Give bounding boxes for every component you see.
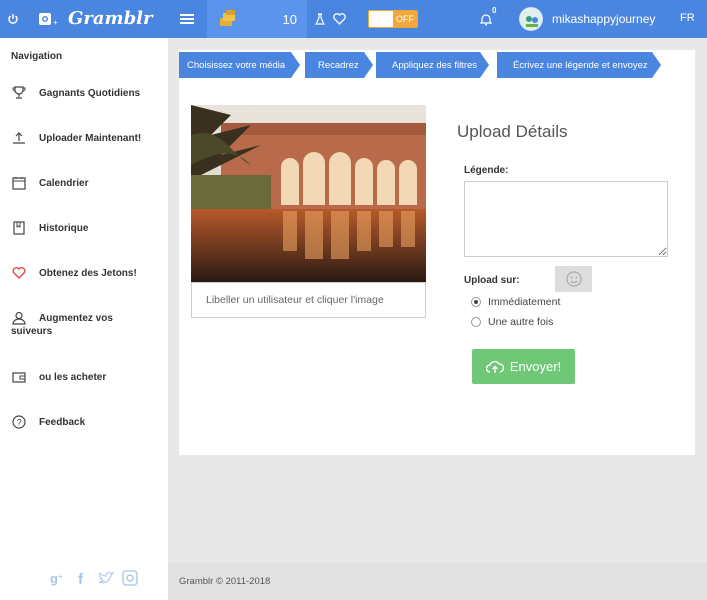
- instagram-upload-icon[interactable]: +: [36, 0, 62, 38]
- svg-text:+: +: [58, 572, 63, 581]
- radio-later[interactable]: [471, 317, 481, 327]
- option-label: Immédiatement: [488, 296, 561, 308]
- sidebar-item-label: Feedback: [39, 417, 86, 428]
- brand-logo: Gramblr: [68, 8, 153, 29]
- step-filters[interactable]: Appliquez des filtres: [376, 52, 489, 78]
- sidebar: Navigation Gagnants Quotidiens Uploader …: [0, 38, 168, 600]
- caption-input[interactable]: [464, 181, 668, 257]
- auto-toggle[interactable]: OFF: [368, 10, 418, 28]
- user-icon: [12, 311, 26, 325]
- flask-icon[interactable]: [313, 0, 327, 38]
- sidebar-item-label: Calendrier: [39, 178, 89, 189]
- step-caption-send[interactable]: Écrivez une légende et envoyez: [497, 52, 661, 78]
- step-label: Écrivez une légende et envoyez: [513, 59, 648, 71]
- top-bar: + Gramblr 10 OFF 0 mikashappyjourney FR: [0, 0, 707, 38]
- send-label: Envoyer!: [509, 359, 562, 374]
- sidebar-item-buy[interactable]: ou les acheter: [0, 370, 168, 390]
- calendar-icon: [12, 176, 26, 190]
- social-links: g + f: [50, 570, 138, 588]
- language-selector[interactable]: FR: [680, 12, 695, 24]
- twitter-icon[interactable]: [98, 570, 115, 586]
- notification-count: 0: [492, 6, 497, 15]
- svg-text:+: +: [53, 18, 58, 27]
- step-label: Recadrez: [318, 59, 359, 71]
- sidebar-item-upload-now[interactable]: Uploader Maintenant!: [0, 131, 168, 151]
- toggle-knob: [369, 11, 393, 27]
- step-choose-media[interactable]: Choisissez votre média: [179, 52, 300, 78]
- smiley-icon: [565, 271, 582, 287]
- caption-label: Légende:: [464, 165, 509, 176]
- sidebar-item-label: Obtenez des Jetons!: [39, 268, 137, 279]
- tag-user-hint[interactable]: Libeller un utilisateur et cliquer l'ima…: [191, 282, 426, 318]
- help-icon: ?: [12, 415, 26, 429]
- wallet-icon: [12, 370, 26, 384]
- upload-card: Choisissez votre média Recadrez Applique…: [179, 50, 695, 455]
- media-preview[interactable]: [191, 105, 426, 282]
- upload-on-label: Upload sur:: [464, 275, 520, 286]
- option-immediately[interactable]: Immédiatement: [471, 296, 560, 308]
- page-title: Upload Détails: [457, 122, 568, 141]
- toggle-state: OFF: [393, 11, 417, 27]
- sidebar-item-daily-winners[interactable]: Gagnants Quotidiens: [0, 86, 168, 106]
- radio-immediately[interactable]: [471, 297, 481, 307]
- heart-icon: [12, 266, 26, 280]
- sidebar-item-label: ou les acheter: [39, 372, 107, 383]
- google-plus-icon[interactable]: g +: [50, 570, 66, 586]
- svg-text:f: f: [78, 571, 84, 586]
- sidebar-item-feedback[interactable]: ? Feedback: [0, 415, 168, 435]
- footer: Gramblr © 2011-2018: [168, 562, 707, 600]
- svg-text:?: ?: [17, 418, 22, 428]
- sidebar-item-label-line2: suiveurs: [11, 326, 53, 337]
- sidebar-item-history[interactable]: Historique: [0, 221, 168, 241]
- step-crop[interactable]: Recadrez: [305, 52, 373, 78]
- sidebar-item-label: Historique: [39, 223, 89, 234]
- option-later[interactable]: Une autre fois: [471, 316, 553, 328]
- heart-outline-icon[interactable]: [331, 0, 347, 38]
- copyright: Gramblr © 2011-2018: [179, 576, 271, 587]
- username[interactable]: mikashappyjourney: [552, 12, 655, 26]
- sidebar-item-label: Gagnants Quotidiens: [39, 88, 141, 99]
- coins-segment[interactable]: 10: [207, 0, 307, 38]
- option-label: Une autre fois: [488, 316, 554, 328]
- upload-icon: [12, 131, 26, 145]
- step-label: Appliquez des filtres: [392, 59, 478, 71]
- coins-icon: [218, 8, 238, 31]
- avatar[interactable]: [519, 7, 543, 31]
- cloud-upload-icon: [485, 360, 504, 373]
- menu-icon[interactable]: [176, 0, 198, 38]
- instagram-icon[interactable]: [122, 570, 138, 586]
- book-icon: [12, 221, 26, 235]
- nav-title: Navigation: [11, 51, 63, 62]
- emoji-button[interactable]: [555, 266, 592, 292]
- power-icon[interactable]: [4, 0, 22, 38]
- facebook-icon[interactable]: f: [74, 570, 90, 588]
- trophy-icon: [12, 86, 26, 100]
- send-button[interactable]: Envoyer!: [472, 349, 575, 384]
- sidebar-item-increase-followers[interactable]: Augmentez vos suiveurs: [0, 311, 168, 341]
- sidebar-item-calendar[interactable]: Calendrier: [0, 176, 168, 196]
- coin-count: 10: [282, 12, 297, 27]
- sidebar-item-label: Augmentez vos: [39, 313, 113, 324]
- sidebar-item-label: Uploader Maintenant!: [39, 133, 142, 144]
- sidebar-item-get-tokens[interactable]: Obtenez des Jetons!: [0, 266, 168, 286]
- svg-text:g: g: [50, 571, 58, 586]
- step-label: Choisissez votre média: [187, 59, 286, 71]
